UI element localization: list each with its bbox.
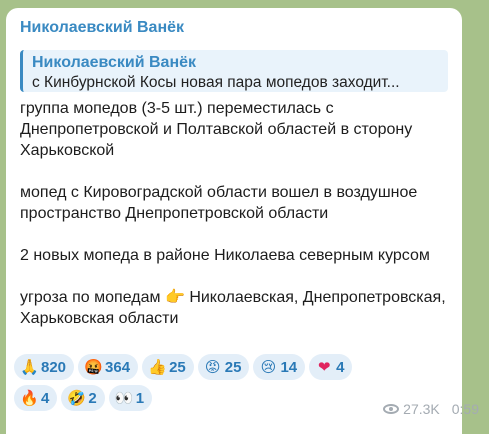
reaction-count: 4 [336,358,345,376]
message-text: группа мопедов (3-5 шт.) переместилась с… [20,98,448,329]
fire-icon: 🔥 [20,390,39,407]
thumbs-up-icon: 👍 [148,359,167,376]
reply-sender-name: Николаевский Ванёк [32,54,197,71]
reaction-thumbs-up[interactable]: 👍 25 [142,354,194,380]
reaction-rofl-face[interactable]: 🤣 2 [61,385,105,411]
reaction-cursing-face[interactable]: 🤬 364 [78,354,139,380]
rofl-face-icon: 🤣 [67,390,87,407]
reaction-angry-face[interactable]: 😡 25 [197,354,250,380]
reaction-count: 25 [224,358,242,376]
reply-text: с Кинбурнской Косы новая пара мопедов за… [32,74,400,91]
reaction-count: 25 [169,358,186,376]
message-paragraph-last: угроза по мопедам 👉 Николаевская, Днепро… [20,287,448,329]
pointing-right-icon: 👉 [164,289,185,306]
reaction-folded-hands[interactable]: 🙏 820 [14,354,75,380]
scrollbar[interactable] [475,0,489,434]
reactions-row: 🔥 4 🤣 2 👀 1 [14,385,444,411]
folded-hands-icon: 🙏 [20,359,39,376]
view-count: 27.3K [403,401,440,417]
message-paragraph: группа мопедов (3-5 шт.) переместилась с… [20,100,413,159]
message-paragraph: 2 новых мопеда в районе Николаева северн… [20,247,430,264]
reaction-fire[interactable]: 🔥 4 [14,385,58,411]
reaction-eyes[interactable]: 👀 1 [108,385,153,411]
reaction-count: 4 [41,389,50,407]
crying-face-icon: 😢 [260,359,277,376]
reaction-count: 820 [41,358,67,376]
reaction-count: 364 [105,358,131,376]
message-meta: 27.3K 0:59 [383,401,479,417]
message-time: 0:59 [451,401,479,417]
reactions: 🙏 820 🤬 364 👍 25 😡 25 😢 14 ❤ 4 🔥 4 🤣 2 👀 1 [14,354,444,416]
reply-quote[interactable]: Николаевский Ванёк с Кинбурнской Косы но… [20,50,448,92]
cursing-face-icon: 🤬 [84,359,103,376]
reactions-row: 🙏 820 🤬 364 👍 25 😡 25 😢 14 ❤ 4 [14,354,444,380]
eyes-icon: 👀 [114,390,134,407]
angry-face-icon: 😡 [204,359,221,376]
reaction-count: 1 [135,389,145,407]
last-paragraph-before: угроза по мопедам [20,289,161,306]
heart-icon: ❤ [317,359,331,376]
reaction-crying-face[interactable]: 😢 14 [253,354,306,380]
eye-icon [383,404,400,414]
sender-name[interactable]: Николаевский Ванёк [20,18,448,40]
reaction-heart[interactable]: ❤ 4 [309,354,353,380]
reaction-count: 2 [88,389,97,407]
reaction-count: 14 [280,358,298,376]
message-paragraph: мопед с Кировоградской области вошел в в… [20,184,418,222]
